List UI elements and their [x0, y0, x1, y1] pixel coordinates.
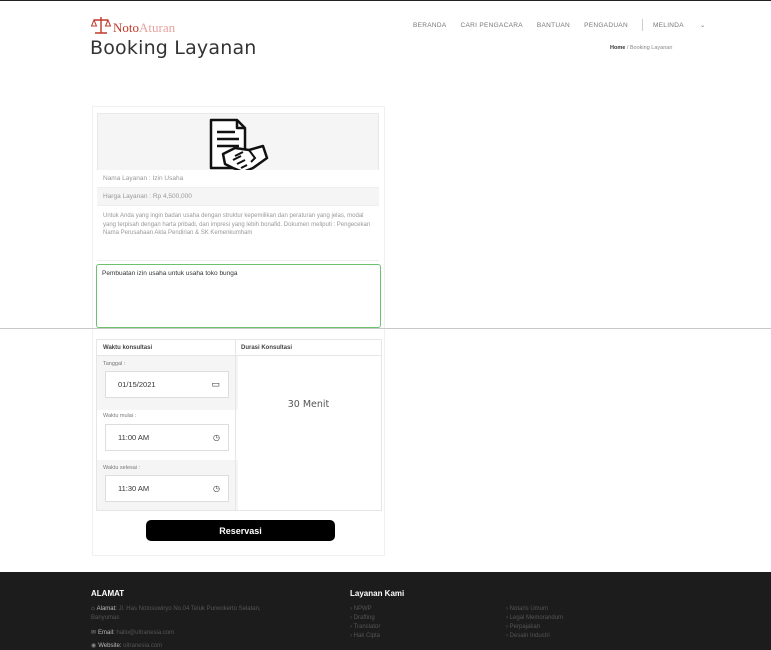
service-link[interactable]: › Notaris Umum	[506, 605, 563, 614]
globe-icon: ◉	[91, 643, 97, 649]
user-name: MELINDA	[652, 22, 684, 29]
start-time-input[interactable]: 11:00 AM ◷	[105, 424, 229, 451]
date-value: 01/15/2021	[118, 380, 156, 389]
envelope-icon: ✉	[91, 630, 97, 636]
date-label: Tanggal :	[103, 361, 126, 367]
nav-item-bantuan[interactable]: BANTUAN	[537, 22, 570, 29]
service-link[interactable]: › Hak Cipta	[350, 632, 380, 641]
service-link[interactable]: › Drafting	[350, 614, 380, 623]
breadcrumb-separator: /	[626, 45, 629, 51]
user-menu[interactable]: MELINDA ⌄	[653, 21, 720, 29]
footer: ALAMAT ⌂ Alamat: Jl. Has Notosuwiryo No.0…	[0, 572, 771, 650]
breadcrumb-current: Booking Layanan	[629, 45, 673, 51]
end-time-value: 11:30 AM	[118, 484, 150, 493]
main-nav: BERANDA CARI PENGACARA BANTUAN PENGADUAN…	[413, 19, 720, 31]
brand-logo[interactable]: Noto Aturan	[91, 13, 175, 35]
service-link[interactable]: › Desain Industri	[506, 632, 563, 641]
home-icon: ⌂	[91, 606, 95, 612]
horizontal-divider	[0, 328, 771, 329]
service-link[interactable]: › NPWP	[350, 605, 380, 614]
email-label: Email:	[98, 630, 115, 636]
brand-name-secondary: Aturan	[139, 20, 176, 35]
chevron-down-icon: ⌄	[700, 22, 706, 29]
end-time-label: Waktu selesai :	[103, 465, 141, 471]
brand-name-primary: Noto	[113, 20, 139, 35]
breadcrumb-home[interactable]: Home	[610, 45, 625, 51]
end-time-input[interactable]: 11:30 AM ◷	[105, 475, 229, 502]
date-input[interactable]: 01/15/2021 ▭	[105, 371, 229, 398]
calendar-icon[interactable]: ▭	[211, 379, 220, 390]
time-column: Tanggal : 01/15/2021 ▭ Waktu mulai : 11:…	[97, 356, 238, 510]
service-link[interactable]: › Legal Memorandum	[506, 614, 563, 623]
email-line: ✉ Email: hallo@ultranesia.com	[91, 629, 174, 636]
schedule-table-header: Waktu konsultasi Durasi Konsultasi	[97, 340, 381, 356]
nav-item-beranda[interactable]: BERANDA	[413, 22, 447, 29]
duration-value: 30 Menit	[287, 398, 330, 410]
services-list-2: › Notaris Umum › Legal Memorandum › Perp…	[506, 605, 563, 641]
service-link[interactable]: › Translator	[350, 623, 380, 632]
reserve-button[interactable]: Reservasi	[146, 520, 335, 541]
nav-divider	[641, 19, 643, 31]
service-link[interactable]: › Perpajakan	[506, 623, 563, 632]
clock-icon[interactable]: ◷	[213, 484, 220, 493]
services-list-1: › NPWP › Drafting › Translator › Hak Cip…	[350, 605, 380, 641]
contract-handshake-icon	[209, 118, 269, 173]
address-label: Alamat:	[96, 606, 117, 612]
nav-item-pengaduan[interactable]: PENGADUAN	[584, 22, 628, 29]
website-line: ◉ Website: ultranesia.com	[91, 642, 162, 649]
nav-item-cari-pengacara[interactable]: CARI PENGACARA	[461, 22, 523, 29]
col-time-header: Waktu konsultasi	[103, 345, 153, 351]
address-value: Jl. Has Notosuwiryo No.04 Teluk Purwoker…	[91, 606, 261, 621]
top-border	[0, 0, 771, 1]
website-label: Website:	[98, 643, 122, 649]
breadcrumb: Home / Booking Layanan	[610, 45, 672, 51]
email-link[interactable]: hallo@ultranesia.com	[116, 630, 174, 636]
address-heading: ALAMAT	[91, 589, 125, 598]
service-description: Untuk Anda yang ingin badan usaha dengan…	[97, 206, 379, 261]
clock-icon[interactable]: ◷	[213, 433, 220, 442]
services-heading: Layanan Kami	[350, 589, 405, 598]
start-time-label: Waktu mulai :	[103, 413, 137, 419]
service-price-row: Harga Layanan : Rp 4,500,000	[97, 188, 379, 206]
page-title: Booking Layanan	[90, 37, 257, 59]
notes-textarea[interactable]: Pembuatan izin usaha untuk usaha toko bu…	[96, 264, 381, 328]
website-link[interactable]: ultranesia.com	[123, 643, 162, 649]
address-line: ⌂ Alamat: Jl. Has Notosuwiryo No.04 Teluk…	[91, 605, 281, 623]
scales-logo-icon	[91, 17, 111, 34]
start-time-value: 11:00 AM	[118, 433, 150, 442]
schedule-table: Tanggal : 01/15/2021 ▭ Waktu mulai : 11:…	[96, 339, 382, 511]
col-duration-header: Durasi Konsultasi	[241, 345, 293, 351]
service-name-row: Nama Layanan : Izin Usaha	[97, 170, 379, 188]
